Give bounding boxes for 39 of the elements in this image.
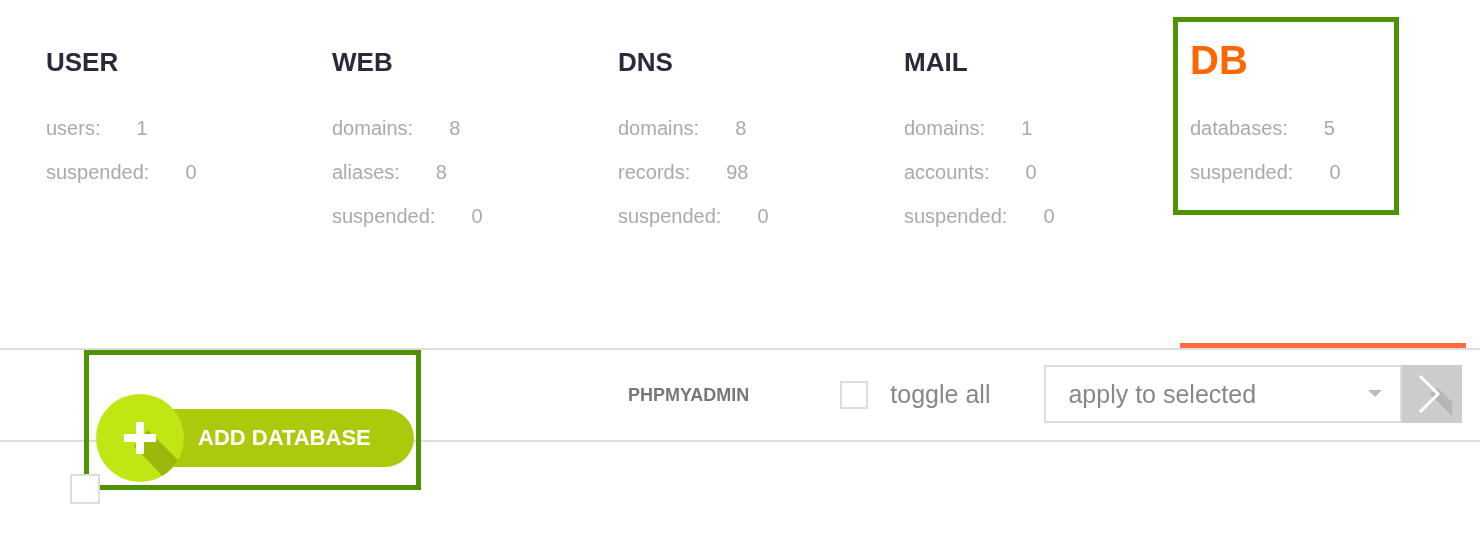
apply-button[interactable] [1402,365,1463,423]
stat-value: 1 [136,116,148,140]
section-title[interactable]: WEB [332,49,393,75]
stat-value: 98 [726,160,749,184]
stat-label: domains: [904,116,986,140]
stat-value: 0 [185,160,197,184]
stat-label: databases: [1190,116,1288,140]
stat-value: 0 [1025,160,1037,184]
stat-label: users: [46,116,101,140]
stat-label: domains: [332,116,414,140]
stat-value: 0 [471,204,483,228]
stat-label: aliases: [332,160,400,184]
stat-value: 8 [735,116,747,140]
stat-value: 0 [1329,160,1341,184]
stat-value: 8 [435,160,447,184]
stat-value: 8 [449,116,461,140]
stat-value: 5 [1323,116,1335,140]
section-title[interactable]: DB [1190,40,1248,80]
stat-label: records: [618,160,691,184]
toggle-all-label[interactable]: toggle all [890,380,991,409]
stat-value: 0 [757,204,769,228]
dropdown-caret-icon [1368,390,1383,398]
stat-value: 0 [1043,204,1055,228]
stat-label: suspended: [1190,160,1294,184]
stat-label: domains: [618,116,700,140]
stat-label: suspended: [904,204,1008,228]
stat-label: suspended: [332,204,436,228]
stat-label: accounts: [904,160,990,184]
stat-label: suspended: [46,160,150,184]
section-title[interactable]: MAIL [904,49,968,75]
section-title[interactable]: USER [46,49,119,75]
stat-value: 1 [1021,116,1033,140]
toggle-all-checkbox[interactable] [840,380,869,409]
row-checkbox[interactable] [70,474,100,504]
phpmyadmin-link[interactable]: PHPMYADMIN [628,385,750,406]
plus-icon [96,394,184,482]
stat-label: suspended: [618,204,722,228]
action-select[interactable]: apply to selected [1044,365,1403,423]
section-title[interactable]: DNS [618,49,673,75]
